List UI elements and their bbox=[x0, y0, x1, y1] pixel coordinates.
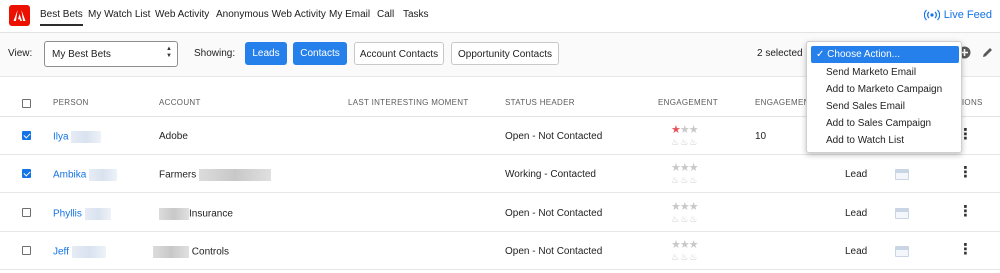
lead-type: Lead bbox=[845, 246, 868, 257]
more-vertical-icon[interactable]: ⋮ bbox=[958, 242, 973, 258]
engagement-stars: ★★★ bbox=[671, 239, 699, 251]
showing-label: Showing: bbox=[194, 48, 236, 59]
menu-item-send-sales-email[interactable]: Send Sales Email bbox=[826, 101, 905, 112]
star-icon: ★ bbox=[671, 124, 681, 136]
column-header-account[interactable]: ACCOUNT bbox=[159, 98, 201, 107]
table-row[interactable]: Jeff Controls Open - Not Contacted ★★★ ♨… bbox=[0, 232, 1000, 270]
flame-icon: ♨♨♨ bbox=[671, 137, 699, 147]
view-label: View: bbox=[8, 48, 33, 59]
status-text: Open - Not Contacted bbox=[505, 246, 603, 257]
person-link[interactable]: Ambika bbox=[53, 169, 118, 181]
calendar-icon[interactable] bbox=[895, 246, 909, 257]
engagement-value: 10 bbox=[755, 131, 767, 142]
menu-item-send-marketo-email[interactable]: Send Marketo Email bbox=[826, 67, 916, 78]
status-text: Open - Not Contacted bbox=[505, 208, 603, 219]
lead-type: Lead bbox=[845, 169, 868, 180]
column-header-last-interesting-moment[interactable]: LAST INTERESTING MOMENT bbox=[348, 98, 469, 107]
table-row[interactable]: Phyllis Insurance Open - Not Contacted ★… bbox=[0, 194, 1000, 232]
engagement-stars: ★★★ bbox=[671, 124, 699, 136]
filter-opportunity-contacts-button[interactable]: Opportunity Contacts bbox=[451, 42, 559, 65]
flame-icon: ♨♨♨ bbox=[671, 214, 699, 224]
more-vertical-icon[interactable]: ⋮ bbox=[958, 165, 973, 181]
stepper-arrows-icon: ▲ ▼ bbox=[166, 46, 172, 59]
account-name: Controls bbox=[153, 246, 229, 258]
lead-type: Lead bbox=[845, 208, 868, 219]
checkmark-icon: ✓ bbox=[816, 49, 825, 60]
calendar-icon[interactable] bbox=[895, 169, 909, 180]
menu-item-add-to-marketo-campaign[interactable]: Add to Marketo Campaign bbox=[826, 84, 942, 95]
selected-count: 2 selected bbox=[757, 48, 803, 59]
status-text: Working - Contacted bbox=[505, 169, 596, 180]
adobe-logo-icon[interactable] bbox=[9, 5, 30, 26]
menu-item-add-to-watch-list[interactable]: Add to Watch List bbox=[826, 135, 904, 146]
filter-contacts-button[interactable]: Contacts bbox=[293, 42, 347, 65]
choose-action-selected[interactable]: ✓ Choose Action... bbox=[811, 46, 959, 63]
tab-best-bets[interactable]: Best Bets bbox=[40, 9, 83, 26]
live-feed-icon bbox=[923, 9, 940, 21]
filter-account-contacts-button[interactable]: Account Contacts bbox=[354, 42, 444, 65]
live-feed-link[interactable]: Live Feed bbox=[923, 9, 992, 21]
tab-tasks[interactable]: Tasks bbox=[403, 9, 429, 20]
tab-my-watch-list[interactable]: My Watch List bbox=[88, 9, 150, 20]
select-all-checkbox[interactable] bbox=[22, 99, 31, 108]
menu-item-add-to-sales-campaign[interactable]: Add to Sales Campaign bbox=[826, 118, 931, 129]
tab-my-email[interactable]: My Email bbox=[329, 9, 370, 20]
row-checkbox[interactable] bbox=[22, 169, 31, 178]
row-checkbox[interactable] bbox=[22, 131, 31, 140]
calendar-icon[interactable] bbox=[895, 208, 909, 219]
table-row[interactable]: Ambika Farmers Working - Contacted ★★★ ♨… bbox=[0, 155, 1000, 193]
column-header-status[interactable]: STATUS HEADER bbox=[505, 98, 575, 107]
live-feed-label: Live Feed bbox=[943, 9, 992, 21]
filter-leads-button[interactable]: Leads bbox=[245, 42, 287, 65]
row-checkbox[interactable] bbox=[22, 246, 31, 255]
choose-action-menu[interactable]: ✓ Choose Action... Send Marketo Email Ad… bbox=[806, 41, 962, 153]
flame-icon: ♨♨♨ bbox=[671, 175, 699, 185]
person-link[interactable]: Jeff bbox=[53, 246, 106, 258]
engagement-stars: ★★★ bbox=[671, 201, 699, 213]
edit-icon[interactable] bbox=[981, 46, 994, 59]
account-name: Adobe bbox=[159, 131, 188, 142]
person-link[interactable]: Ilya bbox=[53, 131, 102, 143]
tab-anonymous-web-activity[interactable]: Anonymous Web Activity bbox=[216, 9, 326, 20]
row-checkbox[interactable] bbox=[22, 208, 31, 217]
column-header-engagement[interactable]: ENGAGEMENT bbox=[658, 98, 718, 107]
view-select[interactable]: My Best Bets ▲ ▼ bbox=[44, 41, 178, 67]
more-vertical-icon[interactable]: ⋮ bbox=[958, 204, 973, 220]
view-select-value: My Best Bets bbox=[52, 49, 111, 60]
engagement-stars: ★★★ bbox=[671, 162, 699, 174]
column-header-person[interactable]: PERSON bbox=[53, 98, 89, 107]
top-navigation: Best Bets My Watch List Web Activity Ano… bbox=[0, 0, 1000, 33]
status-text: Open - Not Contacted bbox=[505, 131, 603, 142]
person-link[interactable]: Phyllis bbox=[53, 208, 111, 220]
account-name: Insurance bbox=[159, 208, 233, 220]
tab-call[interactable]: Call bbox=[377, 9, 394, 20]
account-name: Farmers bbox=[159, 169, 272, 181]
tab-web-activity[interactable]: Web Activity bbox=[155, 9, 209, 20]
flame-icon: ♨♨♨ bbox=[671, 252, 699, 262]
